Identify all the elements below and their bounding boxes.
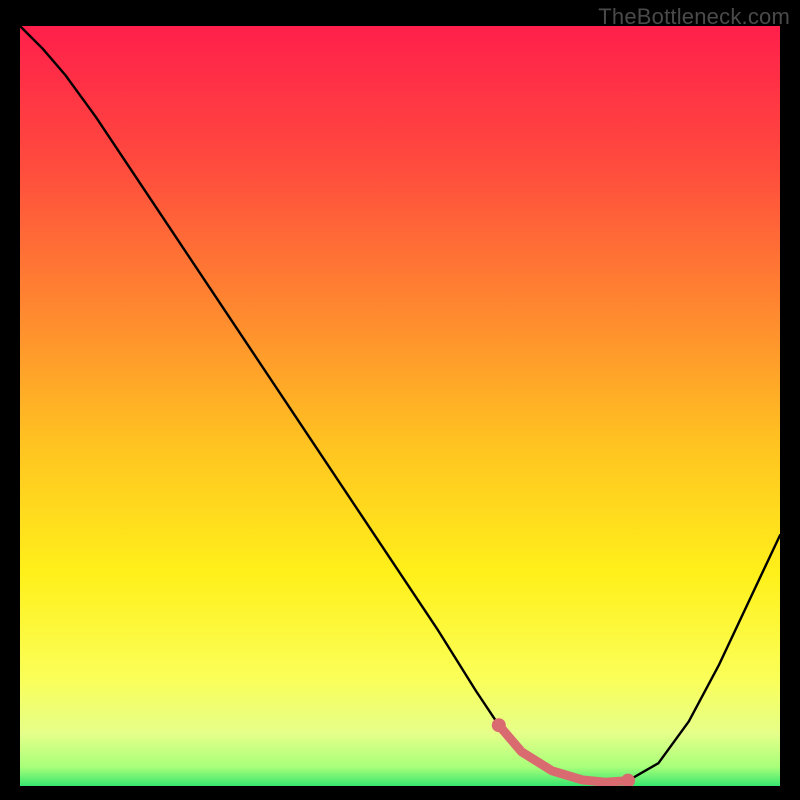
plot-area [20,26,780,786]
chart-stage: TheBottleneck.com [0,0,800,800]
chart-svg [20,26,780,786]
highlight-dot [492,718,506,732]
gradient-background [20,26,780,786]
